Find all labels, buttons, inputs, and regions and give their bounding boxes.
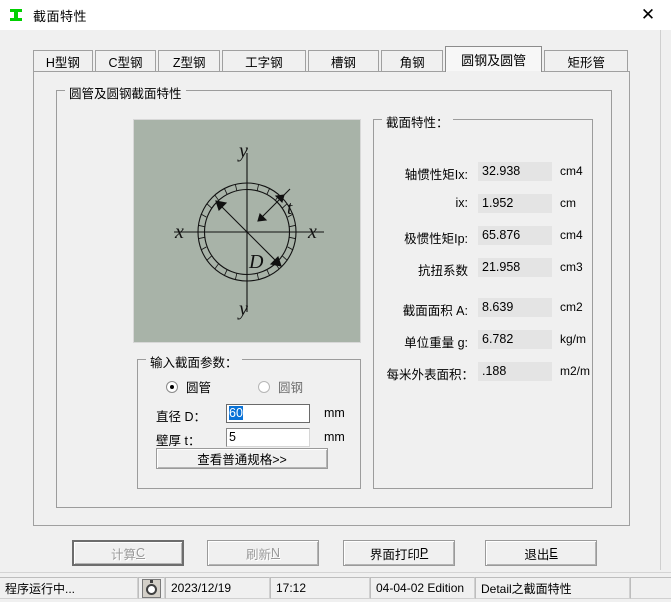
status-detail: Detail之截面特性: [475, 577, 630, 599]
diameter-input[interactable]: 60: [226, 404, 310, 423]
prop-label: 抗扭系数: [417, 264, 468, 278]
i-beam-icon: [8, 7, 24, 23]
label-diameter: D: [248, 251, 264, 273]
right-edge-strip: [660, 30, 671, 570]
print-ui-button[interactable]: 界面打印 P: [343, 540, 455, 566]
thickness-unit: mm: [324, 430, 345, 444]
prop-label: 轴惯性矩Ix:: [404, 168, 468, 182]
prop-label: 极惯性矩Ip:: [404, 232, 468, 246]
status-time: 17:12: [270, 577, 370, 599]
radio-round-tube-label: 圆管: [186, 381, 212, 395]
calculate-button[interactable]: 计算 C: [72, 540, 184, 566]
prop-row-torsion-modulus: 抗扭系数 21.958 cm3: [374, 258, 592, 278]
thickness-label: 壁厚 t：: [156, 434, 201, 448]
circular-tube-cross-section: y y x x D t: [133, 119, 361, 343]
refresh-button[interactable]: 刷新 N: [207, 540, 319, 566]
input-params-title: 输入截面参数：: [146, 352, 242, 371]
prop-row-unit-weight: 单位重量 g: 6.782 kg/m: [374, 330, 592, 350]
close-icon[interactable]: ✕: [625, 0, 671, 30]
prop-unit: m2/m: [560, 364, 590, 378]
prop-label: 单位重量 g:: [404, 336, 468, 350]
status-text: 程序运行中...: [0, 577, 138, 599]
tab-i-beam[interactable]: 工字钢: [222, 50, 306, 72]
tab-strip: H型钢 C型钢 Z型钢 工字钢 槽钢 角钢 圆钢及圆管 矩形管: [33, 46, 630, 73]
status-date: 2023/12/19: [165, 577, 270, 599]
tab-z-section[interactable]: Z型钢: [158, 50, 221, 72]
label-y-bottom: y: [237, 298, 248, 320]
prop-value-area: 8.639: [478, 298, 552, 317]
prop-unit: cm3: [560, 260, 583, 274]
stopwatch-icon: [138, 577, 165, 599]
view-standard-specs-button[interactable]: 查看普通规格>>: [156, 448, 328, 469]
prop-value-torsion-modulus: 21.958: [478, 258, 552, 277]
prop-unit: cm2: [560, 300, 583, 314]
label-x-right: x: [307, 221, 317, 243]
input-params-group: 输入截面参数： 圆管 圆钢 直径 D： 60 mm 壁厚 t： 5 mm 查看普…: [137, 352, 361, 489]
diameter-input-value: 60: [229, 406, 243, 420]
label-x-left: x: [174, 221, 184, 243]
prop-row-area: 截面面积 A: 8.639 cm2: [374, 298, 592, 318]
prop-unit: cm4: [560, 164, 583, 178]
tab-h-section[interactable]: H型钢: [33, 50, 93, 72]
main-group-box: 圆管及圆钢截面特性 y y x x D t 输入截面参数： 圆管 圆钢 直径 D…: [56, 83, 612, 508]
prop-row-surface-area: 每米外表面积： .188 m2/m: [374, 362, 592, 382]
prop-unit: cm4: [560, 228, 583, 242]
thickness-row: 壁厚 t： 5 mm: [138, 428, 360, 448]
status-extra: [630, 577, 671, 599]
prop-value-unit-weight: 6.782: [478, 330, 552, 349]
tab-channel[interactable]: 槽钢: [307, 50, 380, 72]
diameter-unit: mm: [324, 406, 345, 420]
radio-round-bar[interactable]: 圆钢: [258, 377, 303, 396]
prop-unit: cm: [560, 196, 576, 210]
tab-rect-tube[interactable]: 矩形管: [544, 50, 628, 72]
section-type-radio-group: 圆管 圆钢: [138, 377, 360, 395]
tab-c-section[interactable]: C型钢: [94, 50, 157, 72]
radio-round-bar-label: 圆钢: [278, 381, 304, 395]
label-thickness: t: [287, 198, 293, 219]
prop-label: ix:: [455, 196, 469, 210]
prop-value-ix-moment: 32.938: [478, 162, 552, 181]
tab-angle[interactable]: 角钢: [381, 50, 443, 72]
main-group-title: 圆管及圆钢截面特性: [65, 83, 186, 102]
label-y-top: y: [237, 140, 248, 162]
thickness-input-value: 5: [229, 430, 236, 444]
prop-label: 截面面积 A:: [402, 304, 468, 318]
status-edition: 04-04-02 Edition: [370, 577, 475, 599]
window-title: 截面特性: [33, 8, 88, 24]
exit-button[interactable]: 退出 E: [485, 540, 597, 566]
radio-dot-icon: [166, 380, 178, 393]
dialog-button-bar: 计算 C 刷新 N 界面打印 P 退出 E: [0, 530, 660, 570]
radio-dot-icon: [258, 380, 270, 393]
tab-panel: 圆管及圆钢截面特性 y y x x D t 输入截面参数： 圆管 圆钢 直径 D…: [33, 71, 630, 526]
radio-round-tube[interactable]: 圆管: [166, 377, 211, 396]
title-bar: 截面特性 ✕: [0, 0, 671, 30]
thickness-input[interactable]: 5: [226, 428, 310, 447]
prop-value-polar-moment: 65.876: [478, 226, 552, 245]
prop-unit: kg/m: [560, 332, 587, 346]
status-bar: 程序运行中... 2023/12/19 17:12 04-04-02 Editi…: [0, 572, 671, 602]
tab-round-and-tube[interactable]: 圆钢及圆管: [444, 46, 543, 73]
diameter-label: 直径 D：: [156, 410, 207, 424]
prop-label: 每米外表面积：: [386, 368, 474, 382]
diameter-row: 直径 D： 60 mm: [138, 404, 360, 424]
section-properties-group: 截面特性： 轴惯性矩Ix: 32.938 cm4 ix: 1.952 cm 极惯…: [373, 112, 593, 489]
client-area: H型钢 C型钢 Z型钢 工字钢 槽钢 角钢 圆钢及圆管 矩形管 圆管及圆钢截面特…: [0, 30, 660, 570]
section-properties-title: 截面特性：: [382, 112, 453, 131]
prop-value-surface-area: .188: [478, 362, 552, 381]
prop-row-radius-gyration: ix: 1.952 cm: [374, 194, 592, 214]
prop-row-polar-moment: 极惯性矩Ip: 65.876 cm4: [374, 226, 592, 246]
prop-value-radius-gyration: 1.952: [478, 194, 552, 213]
prop-row-ix-moment: 轴惯性矩Ix: 32.938 cm4: [374, 162, 592, 182]
